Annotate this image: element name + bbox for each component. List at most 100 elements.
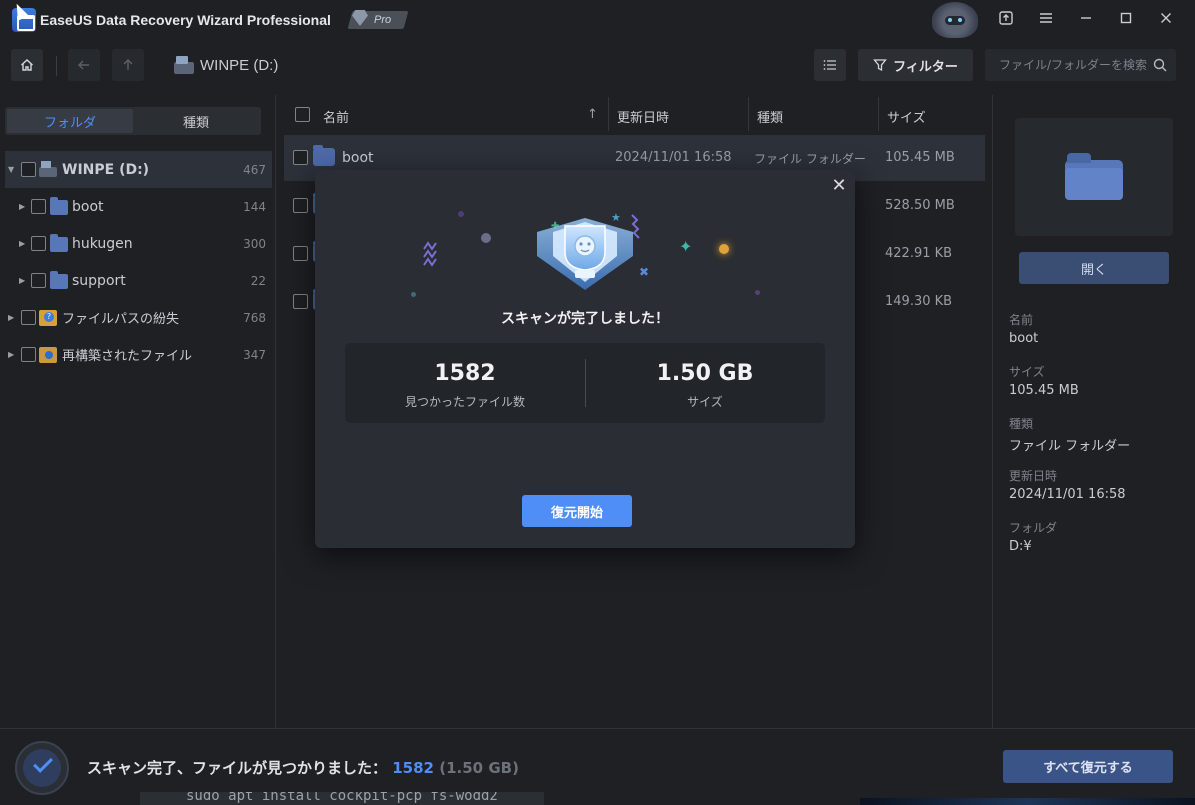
checkbox[interactable] — [31, 273, 46, 288]
view-toggle-button[interactable] — [814, 49, 846, 81]
folder-icon — [50, 234, 68, 252]
checkmark-icon — [33, 753, 53, 773]
folder-icon — [50, 271, 68, 289]
checkbox[interactable] — [31, 199, 46, 214]
search-input[interactable] — [985, 49, 1150, 81]
up-arrow-icon — [123, 59, 133, 70]
files-found-label: 見つかったファイル数 — [404, 395, 525, 409]
column-type[interactable]: 種類 — [757, 107, 783, 126]
home-button[interactable] — [11, 49, 43, 81]
column-modified[interactable]: 更新日時 — [617, 107, 669, 126]
tree-item-lost-path[interactable]: ▶ ファイルパスの紛失 768 — [5, 299, 272, 336]
expand-caret-icon[interactable]: ▶ — [8, 313, 14, 322]
row-date: 2024/11/01 16:58 — [615, 150, 732, 165]
prop-label-type: 種類 — [1009, 417, 1034, 431]
filter-button[interactable]: フィルター — [858, 49, 973, 81]
close-icon[interactable]: ✕ — [831, 177, 847, 195]
breadcrumb: WINPE (D:) — [174, 56, 278, 74]
recover-all-button[interactable]: すべて復元する — [1003, 750, 1173, 783]
column-divider — [748, 97, 749, 131]
search-box[interactable] — [985, 49, 1176, 81]
tree-item-winpe[interactable]: ▼ WINPE (D:) 467 — [5, 151, 272, 188]
open-button[interactable]: 開く — [1019, 252, 1169, 284]
details-panel: 開く 名前 boot サイズ 105.45 MB 種類 ファイル フォルダー 更… — [992, 95, 1195, 728]
drive-icon — [174, 56, 194, 74]
column-divider — [878, 97, 879, 131]
expand-caret-icon[interactable]: ▶ — [19, 276, 25, 285]
assistant-robot-icon[interactable] — [932, 2, 978, 38]
row-size: 149.30 KB — [885, 294, 953, 309]
checkbox[interactable] — [21, 162, 36, 177]
folder-tree: ▼ WINPE (D:) 467 ▶ boot 144 ▶ hukugen 30… — [0, 151, 272, 373]
prop-label-name: 名前 — [1009, 313, 1034, 327]
tree-label: hukugen — [72, 235, 133, 252]
row-size: 105.45 MB — [885, 150, 955, 165]
row-checkbox[interactable] — [293, 150, 308, 165]
sort-arrow-icon[interactable]: ↑ — [587, 107, 598, 122]
expand-caret-icon[interactable]: ▶ — [19, 239, 25, 248]
confetti-star-icon: ✦ — [679, 237, 693, 256]
folder-icon — [1065, 153, 1123, 200]
terminal-text: sudo apt install cockpit-pcp fs-wodd2 — [186, 792, 498, 804]
prop-value-modified: 2024/11/01 16:58 — [1009, 487, 1126, 502]
expand-caret-icon[interactable]: ▶ — [19, 202, 25, 211]
maximize-icon[interactable] — [1116, 10, 1136, 30]
tree-label: WINPE (D:) — [62, 161, 150, 178]
filter-label: フィルター — [893, 59, 958, 75]
folder-icon — [50, 197, 68, 215]
row-checkbox[interactable] — [293, 198, 308, 213]
menu-icon[interactable] — [1036, 10, 1056, 30]
tree-item-rebuilt[interactable]: ▶ 再構築されたファイル 347 — [5, 336, 272, 373]
export-icon[interactable] — [996, 10, 1016, 30]
checkbox[interactable] — [21, 310, 36, 325]
row-type: ファイル フォルダー — [754, 152, 866, 166]
up-button[interactable] — [112, 49, 144, 81]
row-checkbox[interactable] — [293, 294, 308, 309]
row-size: 422.91 KB — [885, 246, 953, 261]
folder-panel: フォルダ 種類 ▼ WINPE (D:) 467 ▶ boot 144 ▶ hu… — [0, 95, 276, 728]
checkbox[interactable] — [31, 236, 46, 251]
tree-count: 768 — [243, 310, 266, 325]
close-window-icon[interactable] — [1156, 10, 1176, 30]
select-all-checkbox[interactable] — [295, 107, 310, 122]
scan-stats: 1582 見つかったファイル数 1.50 GB サイズ — [345, 343, 825, 423]
window-title: EaseUS Data Recovery Wizard Professional — [40, 12, 331, 28]
column-name[interactable]: 名前 — [323, 107, 349, 126]
scan-complete-dialog: ✕ ✦ ✖ ★ ✚ スキャンが完了しました！ 1582 見つかったファイル数 1… — [315, 170, 855, 548]
prop-label-modified: 更新日時 — [1009, 469, 1058, 483]
start-recovery-button[interactable]: 復元開始 — [522, 495, 632, 527]
expand-caret-icon[interactable]: ▼ — [8, 165, 14, 174]
files-found-count: 1582 — [434, 361, 496, 386]
confetti-dot-icon — [411, 292, 416, 297]
search-icon[interactable] — [1152, 57, 1168, 73]
prop-label-folder: フォルダ — [1009, 521, 1058, 535]
breadcrumb-drive[interactable]: WINPE (D:) — [200, 57, 278, 74]
filter-icon — [873, 59, 887, 72]
confetti-ribbon-icon — [423, 241, 437, 267]
minimize-icon[interactable] — [1076, 10, 1096, 30]
background-desktop — [860, 798, 1195, 805]
status-size: (1.50 GB) — [439, 759, 519, 777]
tree-item-support[interactable]: ▶ support 22 — [5, 262, 272, 299]
tab-type[interactable]: 種類 — [133, 109, 259, 133]
status-prefix: スキャン完了、ファイルが見つかりました： — [87, 759, 388, 777]
background-terminal: sudo apt install cockpit-pcp fs-wodd2 — [140, 792, 544, 805]
scan-complete-icon — [15, 741, 69, 795]
tree-count: 22 — [250, 273, 266, 288]
toolbar: WINPE (D:) フィルター — [0, 44, 1195, 88]
tree-item-hukugen[interactable]: ▶ hukugen 300 — [5, 225, 272, 262]
dialog-title: スキャンが完了しました！ — [501, 311, 669, 327]
row-checkbox[interactable] — [293, 246, 308, 261]
column-divider — [608, 97, 609, 131]
toolbar-divider — [56, 56, 57, 76]
status-message: スキャン完了、ファイルが見つかりました： 1582 (1.50 GB) — [87, 757, 519, 778]
tree-count: 347 — [243, 347, 266, 362]
tree-item-boot[interactable]: ▶ boot 144 — [5, 188, 272, 225]
tab-folder[interactable]: フォルダ — [7, 109, 133, 133]
checkbox[interactable] — [21, 347, 36, 362]
expand-caret-icon[interactable]: ▶ — [8, 350, 14, 359]
back-button[interactable] — [68, 49, 100, 81]
column-size[interactable]: サイズ — [887, 107, 926, 126]
file-list-header: 名前 ↑ 更新日時 種類 サイズ — [277, 97, 991, 133]
prop-value-size: 105.45 MB — [1009, 383, 1079, 398]
